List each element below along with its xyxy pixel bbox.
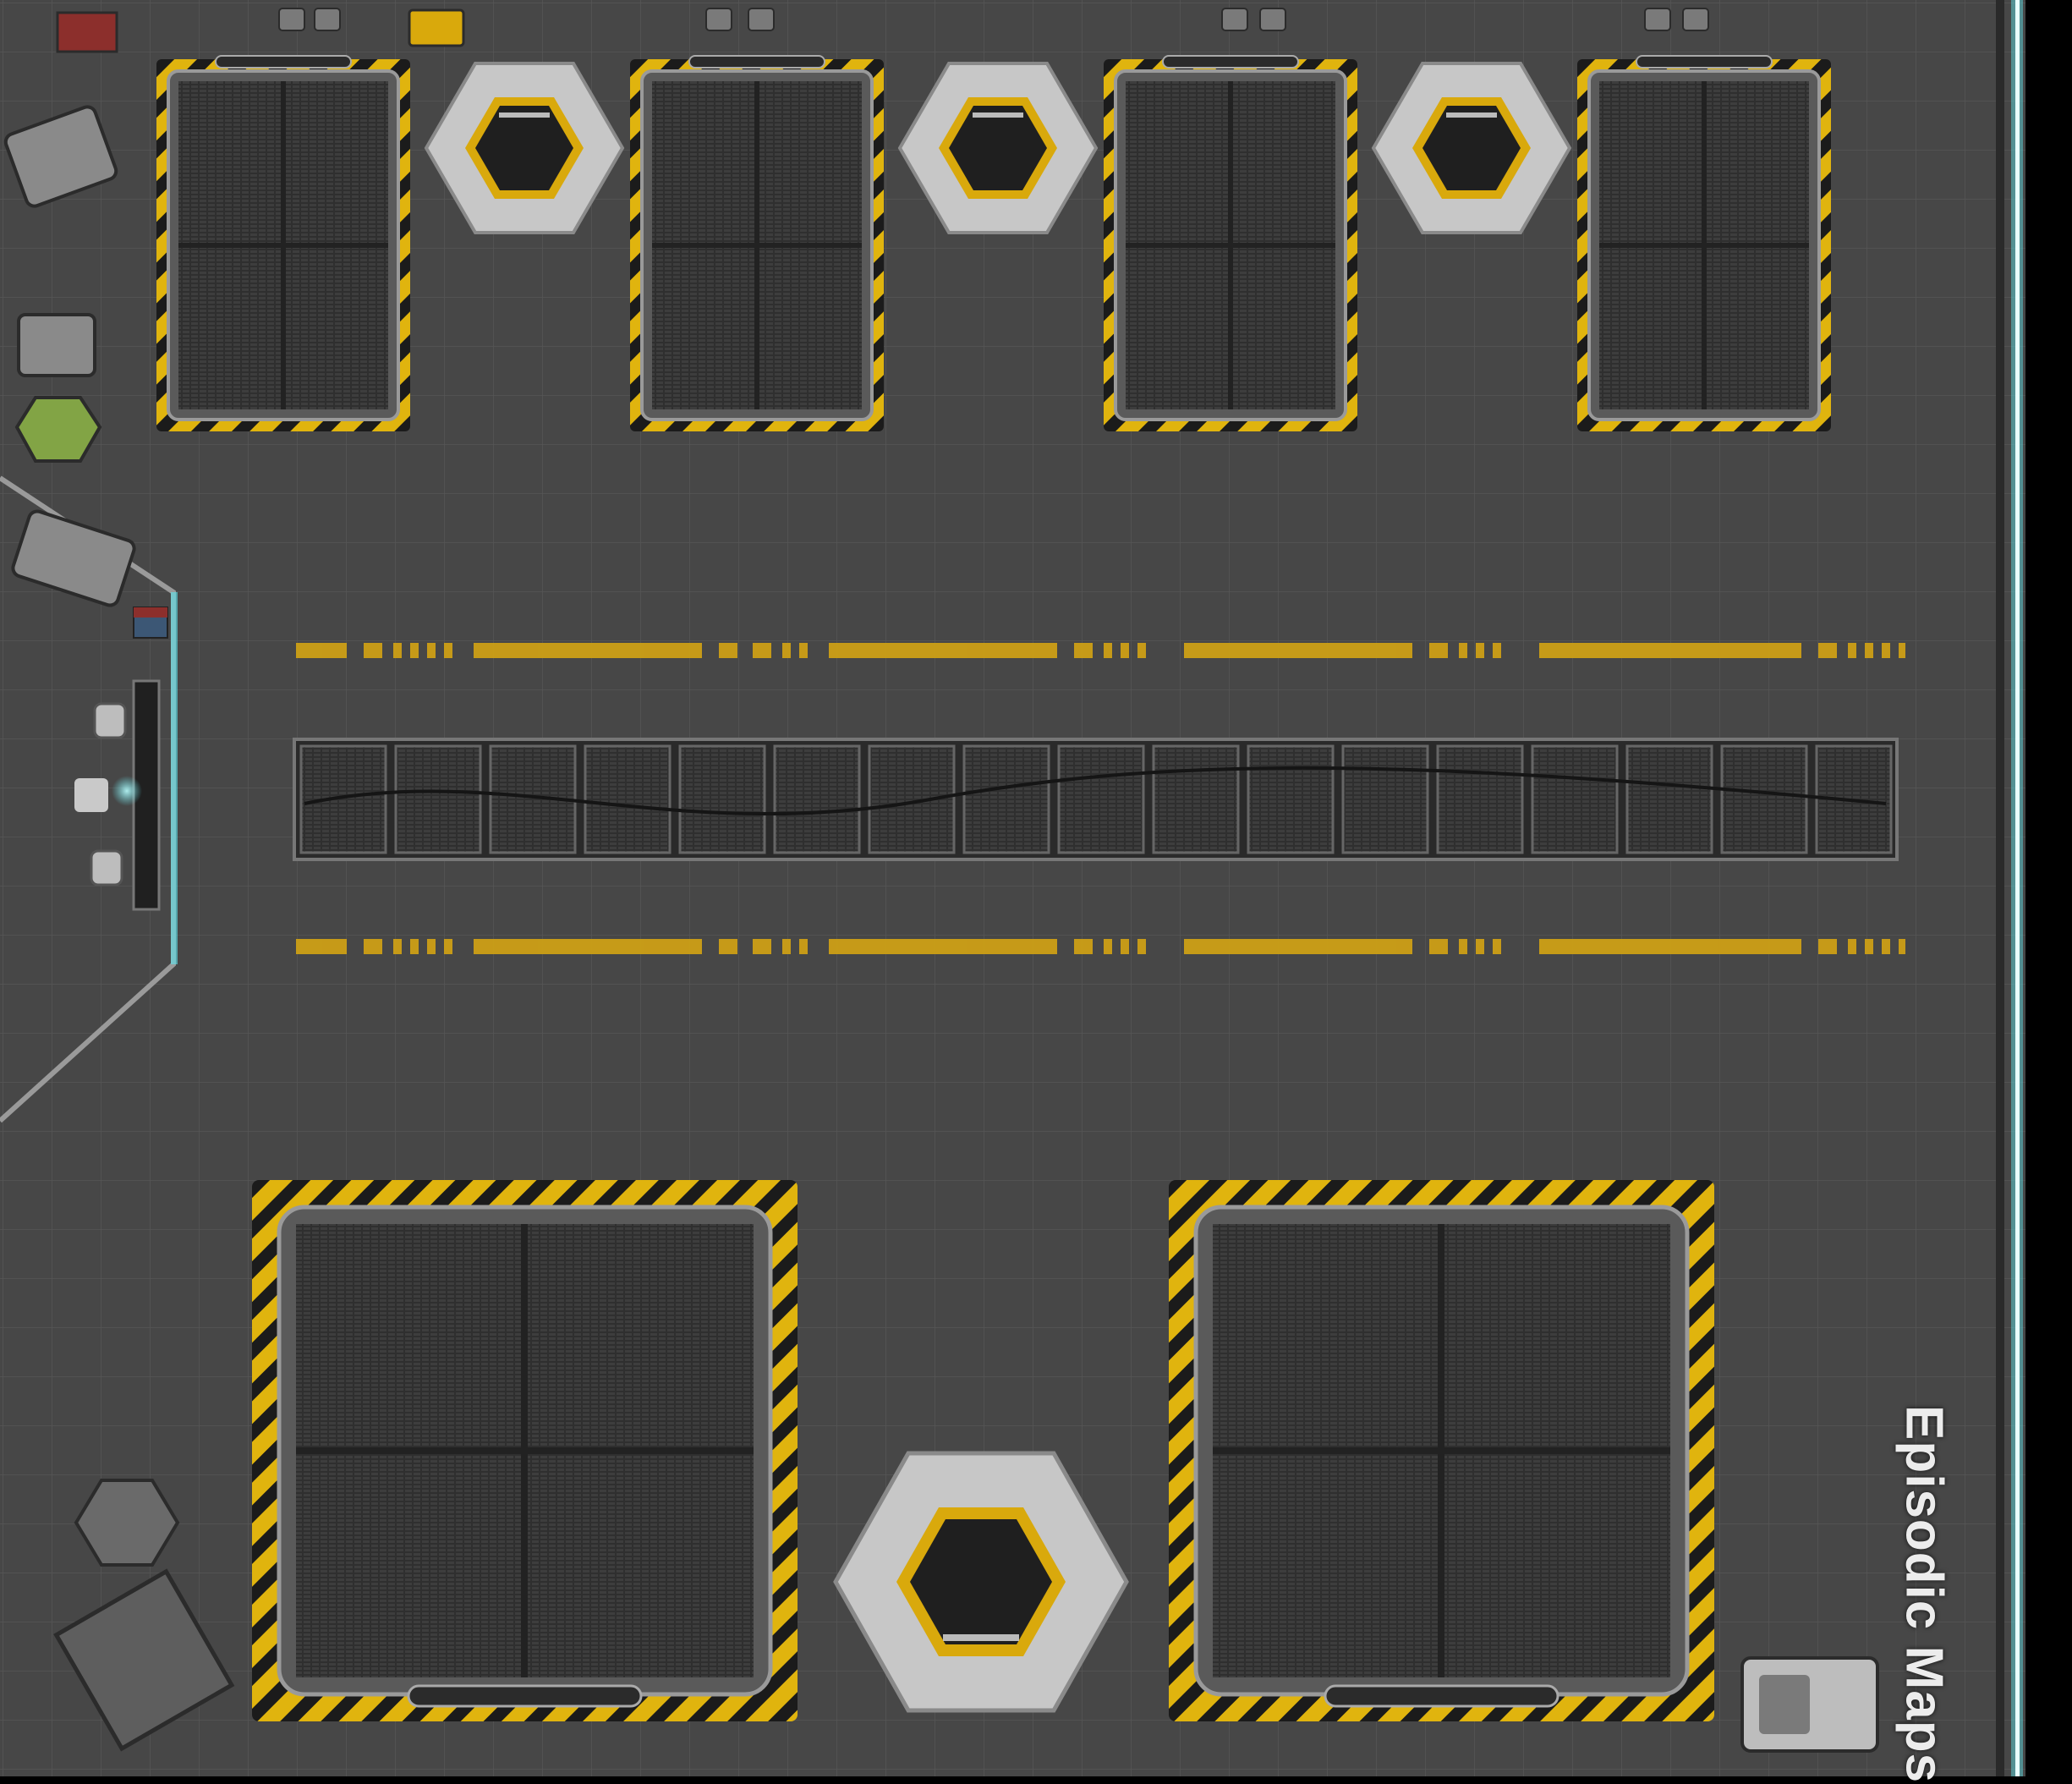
- blue-container[interactable]: [133, 607, 168, 639]
- space-void: [2025, 0, 2072, 1776]
- cargo-crate-icon: [14, 396, 102, 463]
- trench-segments: [299, 744, 1893, 854]
- cargo-crate-grey-2[interactable]: [17, 313, 96, 377]
- cargo-crate-icon: [56, 11, 118, 53]
- landing-pad-large-1[interactable]: [252, 1180, 798, 1721]
- energy-field-core: [2015, 0, 2020, 1776]
- cargo-crate-icon: [408, 8, 465, 47]
- hangar-battle-map: [0, 0, 2072, 1776]
- generator-machine[interactable]: [1740, 1656, 1879, 1753]
- floor-grate-trench[interactable]: [293, 738, 1899, 861]
- cargo-crate-yellow[interactable]: [408, 8, 465, 47]
- landing-pad-3[interactable]: [1104, 55, 1357, 431]
- landing-pad-1[interactable]: [156, 55, 410, 431]
- landing-pad-2[interactable]: [630, 55, 884, 431]
- landing-pad-4[interactable]: [1577, 55, 1831, 431]
- seat-1[interactable]: [93, 702, 127, 739]
- cargo-crate-icon: [17, 313, 96, 377]
- cargo-crate-green[interactable]: [14, 396, 102, 463]
- hull-edge: [1996, 0, 2004, 1776]
- landing-pad-large-2[interactable]: [1169, 1180, 1714, 1721]
- map-watermark: Episodic Maps: [1894, 1405, 1954, 1784]
- seat-2[interactable]: [90, 849, 123, 887]
- cargo-crate-red[interactable]: [56, 11, 118, 53]
